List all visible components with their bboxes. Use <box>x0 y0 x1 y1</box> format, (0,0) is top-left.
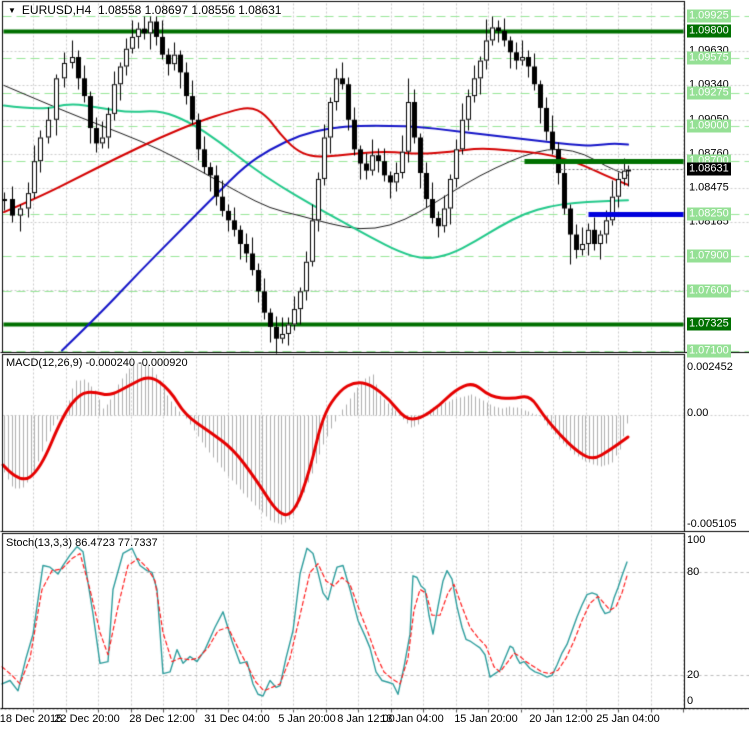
price-level-label-current: 1.08631 <box>687 162 731 176</box>
date-tick-label: 13 Jan 04:00 <box>380 713 444 725</box>
stoch-tick-label: 100 <box>687 534 706 546</box>
macd-tick-label: 0.002452 <box>687 361 733 373</box>
stoch-tick-label: 80 <box>687 566 700 578</box>
stoch-tick-label: 20 <box>687 669 700 681</box>
macd-indicator-label: MACD(12,26,9) -0.000240 -0.000920 <box>6 357 188 369</box>
trading-chart-window: ▼ EURUSD,H4 1.08558 1.08697 1.08556 1.086… <box>0 0 749 731</box>
symbol-dropdown-icon[interactable]: ▼ <box>8 6 16 15</box>
macd-tick-label: 0.00 <box>687 407 709 419</box>
price-level-label-light: 1.09000 <box>687 119 731 133</box>
price-tick-label: 1.08475 <box>689 181 729 194</box>
ohlc-values: 1.08558 1.08697 1.08556 1.08631 <box>97 3 282 17</box>
price-level-label-light: 1.09275 <box>687 86 731 100</box>
date-tick-label: 31 Dec 04:00 <box>204 713 270 725</box>
price-level-label-light: 1.07100 <box>687 344 731 358</box>
date-tick-label: 18 Dec 2015 <box>0 713 63 725</box>
date-tick-label: 15 Jan 20:00 <box>454 713 518 725</box>
date-tick-label: 5 Jan 20:00 <box>278 713 336 725</box>
date-tick-label: 22 Dec 20:00 <box>54 713 120 725</box>
price-level-label-dark: 1.07325 <box>687 317 731 331</box>
chart-title: ▼ EURUSD,H4 1.08558 1.08697 1.08556 1.086… <box>8 3 281 17</box>
symbol-period-label: EURUSD,H4 <box>21 3 92 17</box>
stoch-indicator-label: Stoch(13,3,3) 86.4723 77.7337 <box>6 537 158 549</box>
date-tick-label: 25 Jan 04:00 <box>596 713 660 725</box>
date-tick-label: 20 Jan 12:00 <box>529 713 593 725</box>
price-level-label-light: 1.08250 <box>687 207 731 221</box>
stoch-tick-label: 0 <box>687 695 694 707</box>
macd-tick-label: -0.005105 <box>687 518 737 530</box>
price-level-label-light: 1.09925 <box>687 9 731 23</box>
date-tick-label: 28 Dec 12:00 <box>129 713 195 725</box>
price-level-label-light: 1.09575 <box>687 51 731 65</box>
price-level-label-light: 1.07900 <box>687 249 731 263</box>
price-level-label-dark: 1.09800 <box>687 24 731 38</box>
price-level-label-light: 1.07600 <box>687 284 731 298</box>
